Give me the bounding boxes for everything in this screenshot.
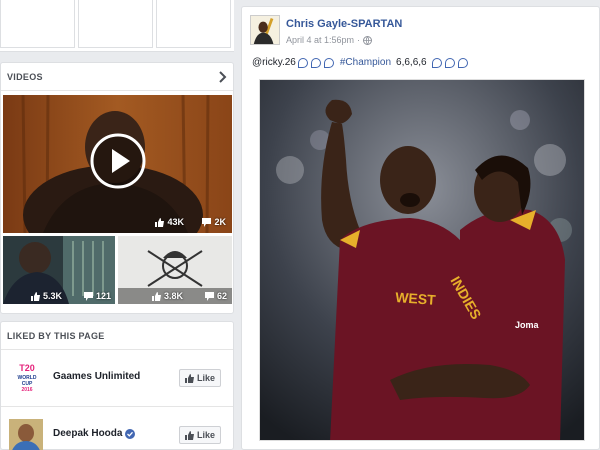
photo-tile[interactable] bbox=[156, 0, 231, 48]
logo-line: T20 bbox=[19, 363, 35, 373]
jersey-text: WEST bbox=[395, 289, 437, 308]
video-likes-count: 5.3K bbox=[43, 291, 63, 301]
post-mention[interactable]: @ricky.26 bbox=[252, 57, 296, 68]
video-likes: 43K bbox=[155, 217, 184, 227]
comment-icon bbox=[202, 217, 212, 227]
video-likes-count: 3.8K bbox=[164, 291, 184, 301]
like-button-label: Like bbox=[196, 373, 215, 383]
chevron-right-icon[interactable] bbox=[217, 70, 227, 83]
video-likes: 5.3K bbox=[31, 291, 62, 301]
verified-icon bbox=[125, 428, 136, 439]
post-card: Chris Gayle-SPARTAN April 4 at 1:56pm · … bbox=[241, 6, 600, 450]
photo-tile[interactable] bbox=[78, 0, 153, 48]
video-comments-count: 2K bbox=[214, 217, 226, 227]
video-thumbnail[interactable]: 5.3K 121 bbox=[3, 236, 115, 304]
liked-page-name[interactable]: Gaames Unlimited bbox=[53, 371, 140, 382]
liked-page-item: T20 WORLD CUP 2016 Gaames Unlimited Like bbox=[1, 351, 233, 407]
speech-bubble-emoticon bbox=[444, 57, 455, 68]
author-avatar[interactable] bbox=[250, 15, 280, 45]
photo-tile[interactable] bbox=[0, 0, 75, 48]
liked-pages-header: LIKED BY THIS PAGE bbox=[1, 322, 233, 350]
post-timestamp[interactable]: April 4 at 1:56pm bbox=[286, 35, 354, 45]
logo-line: 2016 bbox=[21, 387, 32, 393]
post-author-name[interactable]: Chris Gayle-SPARTAN bbox=[286, 18, 402, 30]
speech-bubble-emoticon bbox=[323, 57, 334, 68]
comment-icon bbox=[204, 291, 214, 301]
videos-header[interactable]: VIDEOS bbox=[1, 63, 233, 91]
left-column: VIDEOS 43K 2K 5.3K 121 3.8K 62 LIKED BY … bbox=[0, 0, 234, 450]
liked-page-name-text: Deepak Hooda bbox=[53, 428, 123, 439]
video-comments: 121 bbox=[83, 291, 111, 301]
video-likes-count: 43K bbox=[167, 217, 184, 227]
liked-pages-card: LIKED BY THIS PAGE T20 WORLD CUP 2016 Ga… bbox=[0, 321, 234, 450]
post-text: @ricky.26 #Champion 6,6,6,6 bbox=[252, 57, 469, 68]
speech-bubble-emoticon bbox=[310, 57, 321, 68]
speech-bubble-emoticon bbox=[431, 57, 442, 68]
post-photo[interactable]: WEST INDIES Joma bbox=[259, 79, 585, 441]
like-button[interactable]: Like bbox=[179, 426, 221, 444]
video-main-thumbnail[interactable]: 43K 2K bbox=[3, 95, 232, 233]
thumbs-up-icon bbox=[31, 291, 40, 301]
speech-bubble-emoticon bbox=[457, 57, 468, 68]
play-icon[interactable] bbox=[89, 132, 147, 190]
photos-strip bbox=[0, 0, 234, 52]
liked-pages-title: LIKED BY THIS PAGE bbox=[7, 330, 105, 341]
avatar[interactable] bbox=[9, 418, 43, 450]
liked-page-item: Deepak Hooda Like bbox=[1, 408, 233, 450]
jersey-brand: Joma bbox=[515, 320, 540, 330]
speech-bubble-emoticon bbox=[297, 57, 308, 68]
thumbs-up-icon bbox=[152, 291, 161, 301]
liked-page-name[interactable]: Deepak Hooda bbox=[53, 428, 136, 439]
thumbs-up-icon bbox=[184, 430, 194, 440]
video-comments: 62 bbox=[204, 291, 227, 301]
post-text-suffix: 6,6,6,6 bbox=[396, 57, 427, 68]
like-button-label: Like bbox=[196, 430, 215, 440]
video-comments: 2K bbox=[202, 217, 226, 227]
like-button[interactable]: Like bbox=[179, 369, 221, 387]
video-thumbnail[interactable]: 3.8K 62 bbox=[118, 236, 232, 304]
post-meta: April 4 at 1:56pm · bbox=[286, 35, 373, 45]
video-comments-count: 121 bbox=[95, 291, 111, 301]
video-likes: 3.8K bbox=[152, 291, 183, 301]
comment-icon bbox=[83, 291, 93, 301]
globe-icon bbox=[363, 35, 373, 45]
meta-separator: · bbox=[357, 35, 361, 45]
videos-card: VIDEOS 43K 2K 5.3K 121 3.8K 62 bbox=[0, 62, 234, 314]
thumbs-up-icon bbox=[155, 217, 165, 227]
t20-world-cup-logo[interactable]: T20 WORLD CUP 2016 bbox=[13, 361, 41, 397]
video-comments-count: 62 bbox=[216, 291, 227, 301]
videos-title: VIDEOS bbox=[7, 71, 43, 82]
thumbs-up-icon bbox=[184, 373, 194, 383]
post-photo-image: WEST INDIES Joma bbox=[260, 80, 584, 440]
post-hashtag[interactable]: #Champion bbox=[340, 57, 391, 68]
